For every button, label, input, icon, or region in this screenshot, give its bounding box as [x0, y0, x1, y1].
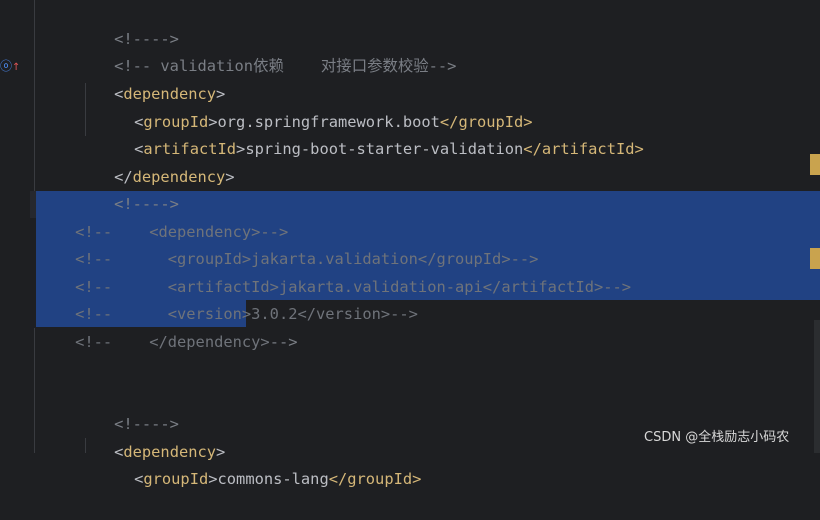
code-line[interactable]: <!----> [77, 0, 179, 48]
selected-code-line[interactable]: <!-- <artifactId>jakarta.validation-api<… [38, 247, 631, 296]
watermark-text: CSDN @全栈励志小码农 [644, 430, 790, 445]
tag-value: commons-lang [217, 470, 329, 488]
code-line[interactable]: </dependency> [77, 137, 235, 186]
change-marker[interactable] [810, 154, 820, 175]
selected-code-line[interactable]: <!-- </dependency>--> [38, 302, 297, 351]
closing-tag: </artifactId> [523, 140, 644, 158]
tag-bracket: > [225, 168, 235, 186]
code-line[interactable]: <dependency> [77, 54, 225, 103]
selected-code-line[interactable]: <!-- <dependency>--> [38, 192, 288, 241]
comment-text: </dependency> [149, 333, 270, 351]
code-line[interactable]: <!----> [77, 384, 179, 433]
code-editor[interactable]: <!----> <!-- validation依赖 对接口参数校验--> <de… [30, 0, 820, 488]
code-line[interactable]: <!----> [77, 164, 179, 213]
code-line[interactable]: <artifactId>spring-boot-starter-validati… [97, 109, 644, 158]
maven-dependency-icon[interactable]: ⓞ↑ [0, 57, 22, 75]
tag-bracket: < [134, 470, 144, 488]
editor-gutter[interactable]: ⓞ↑ [0, 0, 30, 453]
comment-text: --> [269, 333, 298, 351]
indent-guide [34, 328, 35, 453]
code-line[interactable]: <dependency> [77, 412, 225, 461]
comment-prefix: <!-- [75, 333, 150, 351]
closing-tag: </groupId> [328, 470, 422, 488]
vertical-scrollbar[interactable] [814, 320, 820, 453]
selected-code-line[interactable]: <!-- <version>3.0.2</version>--> [38, 274, 418, 323]
indent-guide [34, 0, 35, 191]
code-line[interactable]: <groupId>org.springframework.boot</group… [97, 82, 533, 131]
code-line[interactable]: <!-- validation依赖 对接口参数校验--> [77, 26, 456, 75]
change-marker[interactable] [810, 248, 820, 269]
tag-name: groupId [143, 470, 209, 488]
tag-value: spring-boot-starter-validation [245, 140, 524, 158]
selected-code-line[interactable]: <!-- <groupId>jakarta.validation</groupI… [38, 219, 538, 268]
